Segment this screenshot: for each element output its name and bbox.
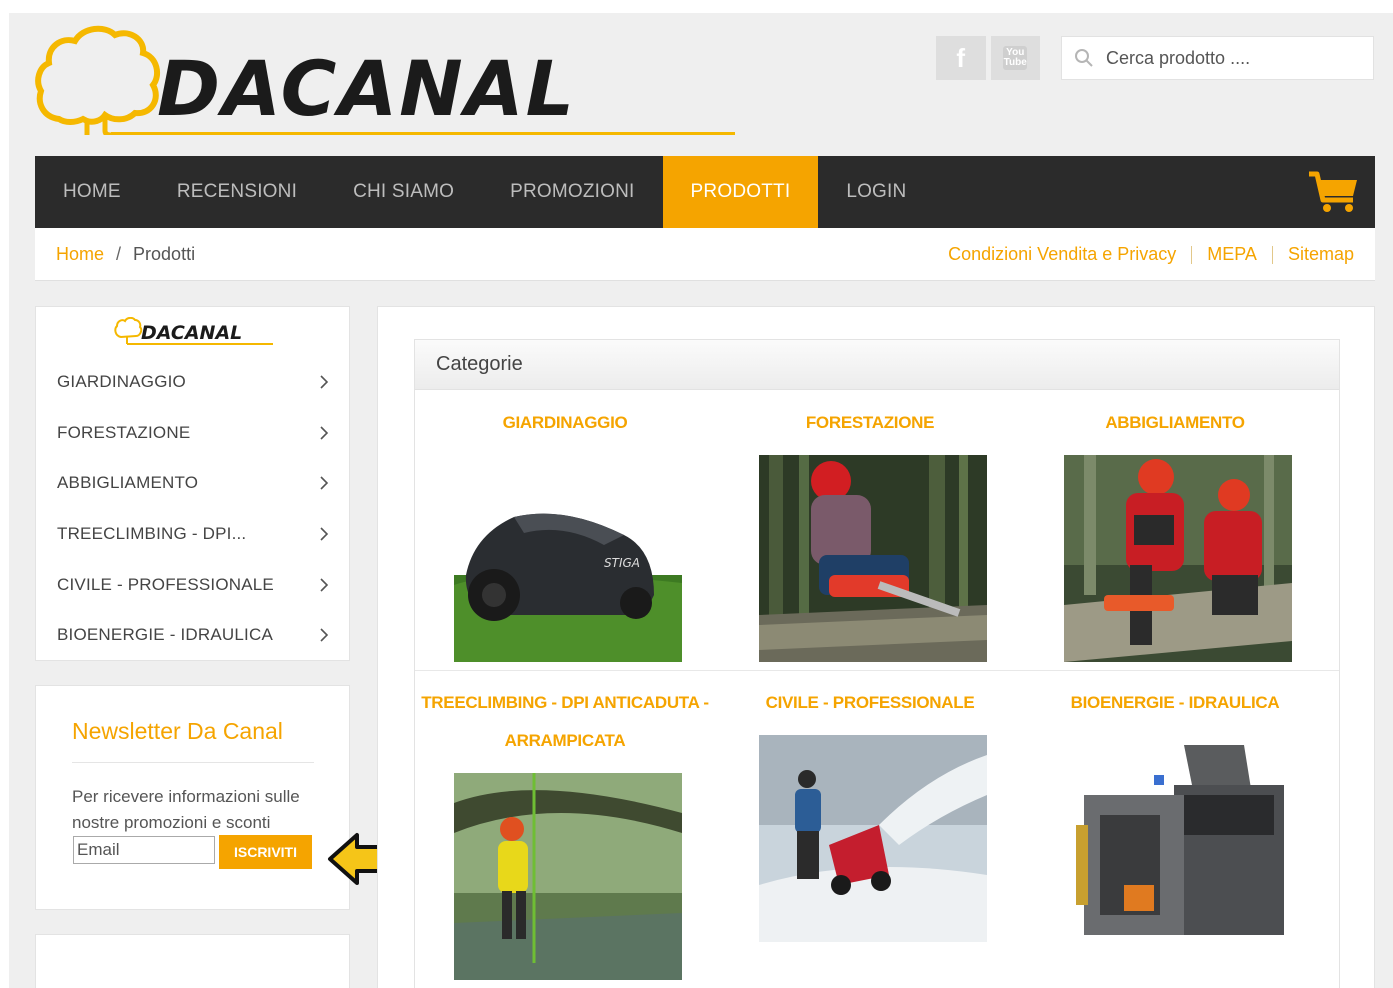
category-image-giardinaggio[interactable]: STIGA bbox=[454, 455, 682, 662]
breadcrumb-home-link[interactable]: Home bbox=[56, 244, 104, 265]
tree-climber-image bbox=[454, 773, 682, 980]
category-image-civile[interactable] bbox=[759, 735, 987, 942]
divider bbox=[415, 670, 1339, 671]
forestry-worker-image bbox=[759, 455, 987, 662]
category-image-abbigliamento[interactable] bbox=[1064, 455, 1292, 662]
main-content: Categorie GIARDINAGGIO STIGA FORESTAZION… bbox=[377, 306, 1375, 988]
facebook-icon: f bbox=[956, 42, 966, 73]
social-links: f You Tube bbox=[936, 36, 1040, 80]
chevron-right-icon bbox=[320, 628, 329, 642]
subscribe-button[interactable]: ISCRIVITI bbox=[219, 835, 312, 869]
link-mepa[interactable]: MEPA bbox=[1207, 244, 1257, 265]
nav-prodotti[interactable]: PRODOTTI bbox=[662, 156, 819, 228]
facebook-button[interactable]: f bbox=[936, 36, 986, 80]
breadcrumb-current: Prodotti bbox=[133, 243, 196, 264]
category-label[interactable]: FORESTAZIONE bbox=[720, 404, 1020, 442]
sidebar-item-treeclimbing[interactable]: TREECLIMBING - DPI... bbox=[36, 509, 349, 560]
sidebar-list: GIARDINAGGIO FORESTAZIONE ABBIGLIAMENTO … bbox=[36, 357, 349, 661]
divider bbox=[1271, 245, 1273, 264]
category-label-line2[interactable]: ARRAMPICATA bbox=[415, 722, 715, 760]
divider bbox=[1191, 245, 1193, 264]
categories-title: Categorie bbox=[415, 340, 1339, 390]
dacanal-logo[interactable]: DACANAL bbox=[35, 23, 735, 135]
sidebar-logo[interactable]: DACANAL bbox=[113, 317, 273, 347]
nav-chi-siamo[interactable]: CHI SIAMO bbox=[325, 156, 482, 228]
cart-icon[interactable] bbox=[1307, 170, 1361, 214]
sidebar-item-bioenergie[interactable]: BIOENERGIE - IDRAULICA bbox=[36, 610, 349, 661]
breadcrumb: Home / Prodotti bbox=[35, 244, 195, 265]
page: DACANAL f You Tube HOME RECENSIONI CHI S… bbox=[9, 13, 1393, 988]
category-bioenergie[interactable]: BIOENERGIE - IDRAULICA bbox=[1025, 684, 1325, 722]
category-label[interactable]: CIVILE - PROFESSIONALE bbox=[720, 684, 1020, 722]
chevron-right-icon bbox=[320, 476, 329, 491]
newsletter-box: Newsletter Da Canal Per ricevere informa… bbox=[35, 685, 350, 910]
divider bbox=[72, 762, 314, 763]
nav-promozioni[interactable]: PROMOZIONI bbox=[482, 156, 662, 228]
svg-text:DACANAL: DACANAL bbox=[141, 322, 242, 344]
category-label[interactable]: BIOENERGIE - IDRAULICA bbox=[1025, 684, 1325, 722]
category-label[interactable]: GIARDINAGGIO bbox=[415, 404, 715, 442]
sidebar-extra-box bbox=[35, 934, 350, 988]
category-image-treeclimbing[interactable] bbox=[454, 773, 682, 980]
category-civile[interactable]: CIVILE - PROFESSIONALE bbox=[720, 684, 1020, 722]
newsletter-email-input[interactable] bbox=[73, 836, 215, 864]
chevron-right-icon bbox=[320, 375, 329, 389]
sidebar-item-label: FORESTAZIONE bbox=[57, 422, 191, 442]
breadcrumb-separator: / bbox=[116, 243, 122, 264]
link-condizioni[interactable]: Condizioni Vendita e Privacy bbox=[948, 244, 1176, 265]
sidebar-item-abbigliamento[interactable]: ABBIGLIAMENTO bbox=[36, 458, 349, 509]
boiler-image bbox=[1064, 735, 1292, 942]
nav-login[interactable]: LOGIN bbox=[818, 156, 934, 228]
sidebar-item-label: GIARDINAGGIO bbox=[57, 372, 186, 392]
category-image-bioenergie[interactable] bbox=[1064, 735, 1292, 942]
search-input[interactable] bbox=[1106, 47, 1356, 69]
sidebar-categories: DACANAL GIARDINAGGIO FORESTAZIONE ABBIGL… bbox=[35, 306, 350, 661]
category-image-forestazione[interactable] bbox=[759, 455, 987, 662]
breadcrumb-bar: Home / Prodotti Condizioni Vendita e Pri… bbox=[35, 228, 1375, 281]
category-giardinaggio[interactable]: GIARDINAGGIO bbox=[415, 404, 715, 442]
main-nav: HOME RECENSIONI CHI SIAMO PROMOZIONI PRO… bbox=[35, 156, 1375, 228]
category-forestazione[interactable]: FORESTAZIONE bbox=[720, 404, 1020, 442]
nav-recensioni[interactable]: RECENSIONI bbox=[149, 156, 325, 228]
robot-mower-image: STIGA bbox=[454, 455, 682, 662]
newsletter-text: Per ricevere informazioni sulle nostre p… bbox=[72, 787, 300, 832]
sidebar-item-label: CIVILE - PROFESSIONALE bbox=[57, 574, 274, 594]
sidebar-item-label: BIOENERGIE - IDRAULICA bbox=[57, 625, 273, 645]
chevron-right-icon bbox=[320, 426, 329, 440]
youtube-button[interactable]: You Tube bbox=[990, 36, 1040, 80]
category-label[interactable]: ABBIGLIAMENTO bbox=[1025, 404, 1325, 442]
chevron-right-icon bbox=[320, 578, 329, 592]
category-treeclimbing[interactable]: TREECLIMBING - DPI ANTICADUTA - ARRAMPIC… bbox=[415, 684, 715, 760]
category-abbigliamento[interactable]: ABBIGLIAMENTO bbox=[1025, 404, 1325, 442]
categories-panel: Categorie GIARDINAGGIO STIGA FORESTAZION… bbox=[414, 339, 1340, 988]
top-links: Condizioni Vendita e Privacy MEPA Sitema… bbox=[948, 228, 1354, 281]
svg-text:DACANAL: DACANAL bbox=[157, 44, 576, 133]
category-label[interactable]: TREECLIMBING - DPI ANTICADUTA - bbox=[415, 684, 715, 722]
sidebar-item-label: TREECLIMBING - DPI... bbox=[57, 524, 247, 544]
youtube-icon: You Tube bbox=[1003, 46, 1028, 70]
sidebar-item-giardinaggio[interactable]: GIARDINAGGIO bbox=[36, 357, 349, 408]
chevron-right-icon bbox=[320, 527, 329, 541]
work-clothing-image bbox=[1064, 455, 1292, 662]
svg-text:STIGA: STIGA bbox=[604, 556, 640, 570]
search-box[interactable] bbox=[1061, 36, 1374, 80]
newsletter-title: Newsletter Da Canal bbox=[72, 718, 283, 744]
sidebar-item-civile[interactable]: CIVILE - PROFESSIONALE bbox=[36, 559, 349, 610]
search-icon bbox=[1075, 49, 1093, 67]
sidebar-item-forestazione[interactable]: FORESTAZIONE bbox=[36, 408, 349, 459]
snow-blower-image bbox=[759, 735, 987, 942]
sidebar-item-label: ABBIGLIAMENTO bbox=[57, 473, 199, 493]
link-sitemap[interactable]: Sitemap bbox=[1288, 244, 1354, 265]
nav-home[interactable]: HOME bbox=[35, 156, 149, 228]
